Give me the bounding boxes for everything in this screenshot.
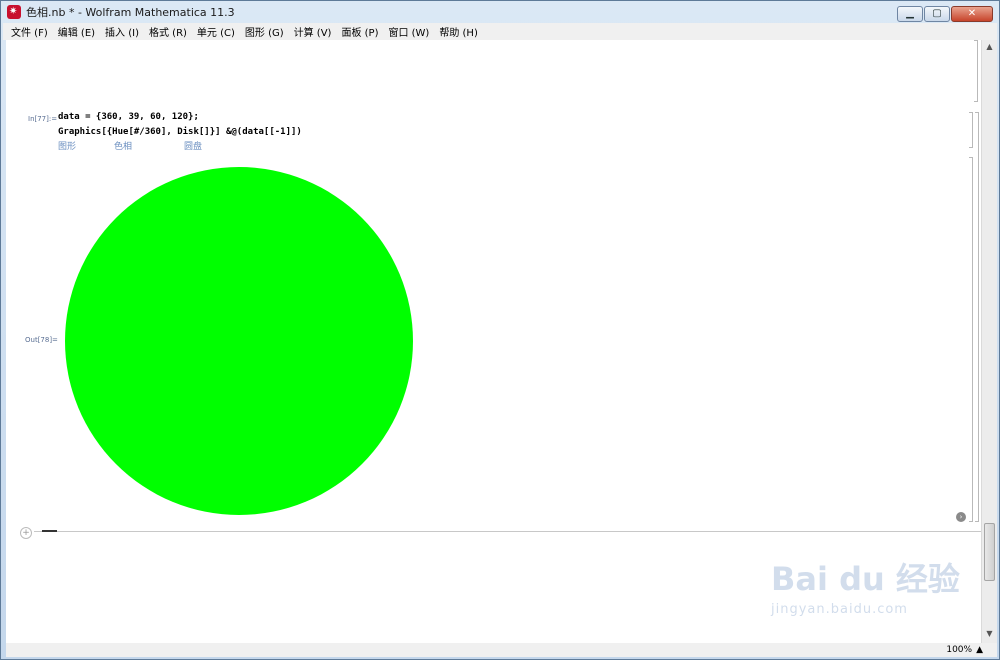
- green-disk-output[interactable]: [65, 167, 413, 515]
- title-bar[interactable]: 色相.nb * - Wolfram Mathematica 11.3 ▁ ▢ ✕: [1, 1, 999, 23]
- baidu-watermark: Bai du 经验 jingyan.baidu.com: [771, 554, 960, 644]
- menu-palettes[interactable]: 面板 (P): [341, 24, 378, 39]
- menu-help[interactable]: 帮助 (H): [439, 24, 478, 39]
- watermark-logo: Bai du 经验: [771, 560, 960, 598]
- group-cell-bracket[interactable]: [975, 112, 979, 522]
- vertical-scrollbar[interactable]: ▲ ▼: [981, 40, 997, 643]
- zoom-control[interactable]: 100% ▲: [946, 643, 983, 657]
- input-cell-bracket[interactable]: [969, 112, 973, 148]
- input-label: In[77]:=: [28, 115, 58, 123]
- hint-hue: 色相: [114, 142, 133, 152]
- mathematica-window: 色相.nb * - Wolfram Mathematica 11.3 ▁ ▢ ✕…: [0, 0, 1000, 660]
- mathematica-logo-icon: [7, 5, 21, 19]
- menu-bar: 文件 (F) 编辑 (E) 插入 (I) 格式 (R) 单元 (C) 图形 (G…: [3, 23, 997, 40]
- code-line-2[interactable]: Graphics[{Hue[#/360], Disk[]}] &@(data[[…: [58, 127, 302, 137]
- cell-insertion-line: [34, 531, 981, 532]
- syntax-hints: 图形 色相 圆盘: [58, 139, 202, 152]
- zoom-arrow-icon[interactable]: ▲: [976, 643, 983, 657]
- menu-insert[interactable]: 插入 (I): [105, 24, 139, 39]
- menu-window[interactable]: 窗口 (W): [388, 24, 429, 39]
- expand-arrow-icon[interactable]: ›: [956, 512, 966, 522]
- menu-evaluation[interactable]: 计算 (V): [294, 24, 332, 39]
- scroll-down-arrow-icon[interactable]: ▼: [983, 629, 996, 641]
- minimize-button[interactable]: ▁: [897, 6, 923, 22]
- hint-disk: 圆盘: [184, 142, 203, 152]
- window-controls: ▁ ▢ ✕: [897, 6, 993, 22]
- text-cursor: [42, 530, 57, 532]
- menu-format[interactable]: 格式 (R): [149, 24, 187, 39]
- maximize-button[interactable]: ▢: [924, 6, 950, 22]
- scroll-up-arrow-icon[interactable]: ▲: [983, 42, 996, 54]
- zoom-level[interactable]: 100%: [946, 643, 972, 657]
- menu-file[interactable]: 文件 (F): [11, 24, 48, 39]
- code-line-1[interactable]: data = {360, 39, 60, 120};: [58, 112, 199, 122]
- add-cell-plus-icon[interactable]: +: [20, 527, 32, 539]
- cell-bracket[interactable]: [974, 40, 978, 102]
- output-label: Out[78]=: [25, 336, 58, 344]
- status-bar: 100% ▲: [6, 643, 997, 657]
- close-button[interactable]: ✕: [951, 6, 993, 22]
- hint-graphics: 图形: [58, 142, 77, 152]
- watermark-url: jingyan.baidu.com: [771, 602, 908, 617]
- window-title: 色相.nb * - Wolfram Mathematica 11.3: [26, 6, 235, 19]
- menu-edit[interactable]: 编辑 (E): [58, 24, 95, 39]
- scroll-thumb[interactable]: [984, 523, 995, 581]
- output-cell-bracket[interactable]: [969, 157, 973, 522]
- menu-cell[interactable]: 单元 (C): [197, 24, 235, 39]
- notebook-document[interactable]: In[77]:= data = {360, 39, 60, 120}; Grap…: [6, 40, 981, 643]
- menu-graphics[interactable]: 图形 (G): [245, 24, 284, 39]
